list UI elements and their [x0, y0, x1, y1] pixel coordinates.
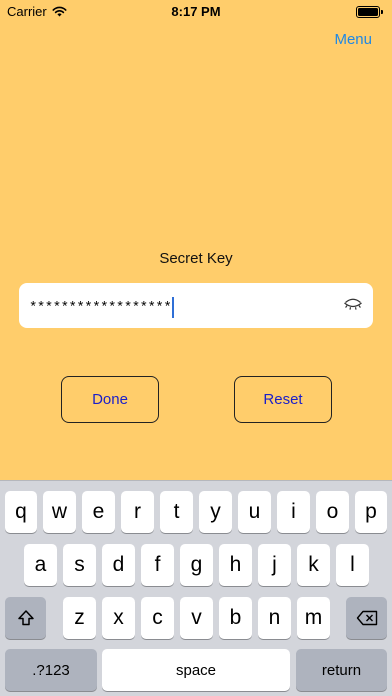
- status-bar: Carrier 8:17 PM: [0, 0, 392, 24]
- key-m[interactable]: m: [297, 597, 330, 639]
- shift-key[interactable]: [5, 597, 46, 639]
- key-k[interactable]: k: [297, 544, 330, 586]
- key-p[interactable]: p: [355, 491, 387, 533]
- key-x[interactable]: x: [102, 597, 135, 639]
- secret-key-input[interactable]: ******************: [29, 297, 175, 318]
- key-h[interactable]: h: [219, 544, 252, 586]
- key-l[interactable]: l: [336, 544, 369, 586]
- key-o[interactable]: o: [316, 491, 349, 533]
- backspace-icon: [356, 610, 377, 626]
- secret-key-label: Secret Key: [159, 250, 233, 267]
- done-button[interactable]: Done: [61, 376, 159, 423]
- key-z[interactable]: z: [63, 597, 96, 639]
- reset-button[interactable]: Reset: [234, 376, 332, 423]
- space-key[interactable]: space: [102, 649, 290, 691]
- key-t[interactable]: t: [160, 491, 193, 533]
- status-time: 8:17 PM: [171, 4, 221, 19]
- key-g[interactable]: g: [180, 544, 213, 586]
- key-n[interactable]: n: [258, 597, 291, 639]
- eye-closed-icon[interactable]: [343, 297, 363, 313]
- key-r[interactable]: r: [121, 491, 154, 533]
- key-d[interactable]: d: [102, 544, 135, 586]
- return-key[interactable]: return: [296, 649, 387, 691]
- shift-icon: [17, 610, 34, 626]
- keyboard: q w e r t y u i o p a s d f g h j k l z …: [0, 480, 392, 696]
- menu-button[interactable]: Menu: [334, 31, 372, 48]
- key-u[interactable]: u: [238, 491, 271, 533]
- key-i[interactable]: i: [277, 491, 310, 533]
- key-e[interactable]: e: [82, 491, 115, 533]
- key-v[interactable]: v: [180, 597, 213, 639]
- key-y[interactable]: y: [199, 491, 232, 533]
- key-c[interactable]: c: [141, 597, 174, 639]
- key-w[interactable]: w: [43, 491, 76, 533]
- text-cursor: [172, 297, 175, 318]
- key-q[interactable]: q: [5, 491, 37, 533]
- battery-icon: [356, 6, 383, 18]
- key-f[interactable]: f: [141, 544, 174, 586]
- numbers-key[interactable]: .?123: [5, 649, 97, 691]
- secret-key-value: ******************: [29, 300, 172, 317]
- key-j[interactable]: j: [258, 544, 291, 586]
- secret-key-field[interactable]: ******************: [19, 283, 373, 328]
- delete-key[interactable]: [346, 597, 387, 639]
- key-b[interactable]: b: [219, 597, 252, 639]
- key-a[interactable]: a: [24, 544, 57, 586]
- key-s[interactable]: s: [63, 544, 96, 586]
